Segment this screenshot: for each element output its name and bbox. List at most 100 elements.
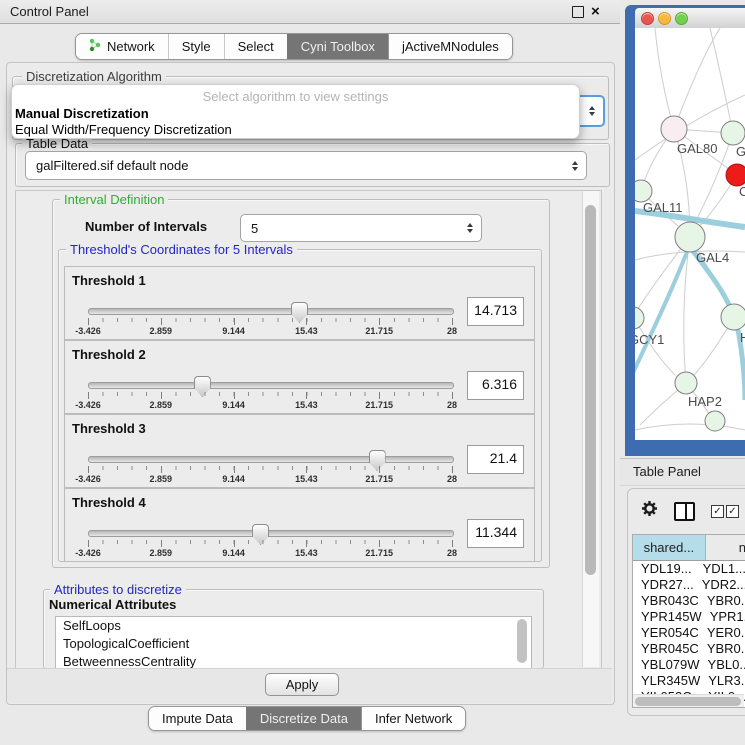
attribute-list-item[interactable]: SelfLoops — [56, 617, 531, 635]
table-cell[interactable]: YBR043C — [633, 593, 699, 609]
minimize-traffic-light-icon[interactable] — [658, 12, 671, 25]
table-cell[interactable]: YBR0... — [699, 641, 745, 657]
threshold-4-slider[interactable]: -3.4262.8599.14415.4321.71528 — [88, 525, 452, 557]
threshold-1-panel: Threshold 1 -3.4262.8599.14415.4321.7152… — [64, 266, 535, 340]
number-of-intervals-combobox[interactable]: 5 — [240, 214, 482, 242]
combo-stepper-icon[interactable] — [572, 161, 586, 171]
attribute-list-item[interactable]: TopologicalCoefficient — [56, 635, 531, 653]
table-cell[interactable]: YDL1... — [695, 561, 745, 577]
column-header-name[interactable]: n — [706, 535, 745, 560]
zoom-traffic-light-icon[interactable] — [675, 12, 688, 25]
table-cell[interactable]: YLR3... — [700, 673, 745, 689]
network-graph-icon — [89, 38, 102, 55]
node-partial-right[interactable] — [721, 304, 745, 330]
table-row[interactable]: YBR045CYBR0... — [633, 641, 745, 657]
vertical-scrollbar-thumb[interactable] — [585, 205, 596, 575]
top-tab-bar: Network Style Select Cyni Toolbox jActiv… — [75, 33, 513, 60]
float-window-icon[interactable] — [572, 6, 584, 18]
threshold-3-slider[interactable]: -3.4262.8599.14415.4321.71528 — [88, 451, 452, 483]
table-row[interactable]: YBR043CYBR0... — [633, 593, 745, 609]
table-cell[interactable]: YBR045C — [633, 641, 699, 657]
checkbox-checked-icon[interactable]: ✓ — [711, 505, 724, 518]
threshold-2-slider[interactable]: -3.4262.8599.14415.4321.71528 — [88, 377, 452, 409]
tick-label: 15.43 — [295, 548, 318, 558]
node-gal80[interactable] — [661, 116, 687, 142]
node-gal4[interactable] — [675, 222, 705, 252]
table-cell[interactable]: YDR27... — [633, 577, 694, 593]
table-row[interactable]: YER054CYER0... — [633, 625, 745, 641]
tick-label: 9.144 — [222, 548, 245, 558]
slider-track[interactable] — [88, 308, 454, 315]
table-horizontal-scrollbar[interactable] — [633, 694, 744, 707]
attributes-group-title: Attributes to discretize — [50, 582, 186, 597]
tab-style[interactable]: Style — [168, 34, 224, 59]
table-cell[interactable]: YDR2... — [694, 577, 745, 593]
table-cell[interactable]: YBL079W — [633, 657, 700, 673]
node-selected-red[interactable] — [726, 164, 745, 186]
table-panel-titlebar: Table Panel — [620, 458, 745, 486]
tab-select[interactable]: Select — [224, 34, 287, 59]
node-partial-bottom[interactable] — [705, 411, 725, 431]
attribute-list-item[interactable]: BetweennessCentrality — [56, 653, 531, 669]
network-view-canvas[interactable]: GAL80 G C GAL11 GAL4 GCY1 H HAP2 — [635, 28, 745, 440]
close-traffic-light-icon[interactable] — [641, 12, 654, 25]
numerical-attributes-label: Numerical Attributes — [49, 597, 176, 612]
table-row[interactable]: YDL19...YDL1... — [633, 561, 745, 577]
slider-track[interactable] — [88, 382, 454, 389]
dropdown-option-manual[interactable]: Manual Discretization — [12, 106, 579, 122]
checkbox-checked-icon[interactable]: ✓ — [726, 505, 739, 518]
tick-label: 21.715 — [365, 548, 393, 558]
tick-label: -3.426 — [75, 474, 101, 484]
threshold-1-slider[interactable]: -3.4262.8599.14415.4321.71528 — [88, 303, 452, 335]
interval-definition-title: Interval Definition — [60, 192, 168, 207]
table-cell[interactable]: YER054C — [633, 625, 699, 641]
table-cell[interactable]: YDL19... — [633, 561, 695, 577]
tab-jactivemnodules[interactable]: jActiveMNodules — [388, 34, 512, 59]
node-hap2[interactable] — [675, 372, 697, 394]
node-label-hap2: HAP2 — [688, 394, 722, 409]
slider-track[interactable] — [88, 530, 454, 537]
tab-infer-network[interactable]: Infer Network — [361, 707, 465, 730]
table-cell[interactable]: YER0... — [699, 625, 745, 641]
threshold-4-value-field[interactable]: 11.344 — [467, 519, 524, 548]
slider-scale-labels: -3.4262.8599.14415.4321.71528 — [88, 400, 452, 410]
table-cell[interactable]: YBL0... — [700, 657, 745, 673]
control-panel-titlebar: Control Panel × — [0, 0, 620, 24]
node-gcy1[interactable] — [635, 307, 644, 329]
tab-cyni-toolbox[interactable]: Cyni Toolbox — [287, 34, 388, 59]
node-gal11[interactable] — [635, 180, 652, 202]
tick-label: 28 — [447, 548, 457, 558]
node-partial-top[interactable] — [721, 121, 745, 145]
table-cell[interactable]: YBR0... — [699, 593, 745, 609]
threshold-1-value-field[interactable]: 14.713 — [467, 297, 524, 326]
apply-button[interactable]: Apply — [265, 673, 339, 696]
table-cell[interactable]: YLR345W — [633, 673, 700, 689]
tab-network[interactable]: Network — [76, 34, 168, 59]
column-layout-icon[interactable] — [674, 502, 695, 521]
column-header-shared-name[interactable]: shared... — [633, 535, 706, 560]
close-icon[interactable]: × — [591, 1, 600, 22]
table-cell[interactable]: YPR1... — [702, 609, 745, 625]
table-data-combobox[interactable]: galFiltered.sif default node — [25, 151, 587, 180]
tab-impute-data[interactable]: Impute Data — [149, 707, 246, 730]
attributes-list-scrollbar-thumb[interactable] — [517, 619, 527, 663]
dropdown-option-equal-width[interactable]: Equal Width/Frequency Discretization — [12, 122, 579, 138]
slider-track[interactable] — [88, 456, 454, 463]
slider-major-ticks — [88, 540, 452, 547]
combo-stepper-icon[interactable] — [589, 106, 603, 116]
combo-stepper-icon[interactable] — [467, 223, 481, 233]
gear-icon[interactable] — [641, 500, 658, 522]
threshold-2-value-field[interactable]: 6.316 — [467, 371, 524, 400]
threshold-3-value-field[interactable]: 21.4 — [467, 445, 524, 474]
table-cell[interactable]: YPR145W — [633, 609, 702, 625]
tick-label: 21.715 — [365, 326, 393, 336]
threshold-4-panel: Threshold 4 -3.4262.8599.14415.4321.7152… — [64, 488, 535, 562]
network-window-titlebar — [635, 8, 745, 28]
table-row[interactable]: YPR145WYPR1... — [633, 609, 745, 625]
tick-label: 28 — [447, 400, 457, 410]
table-row[interactable]: YLR345WYLR3... — [633, 673, 745, 689]
table-row[interactable]: YDR27...YDR2... — [633, 577, 745, 593]
table-horizontal-scrollbar-thumb[interactable] — [635, 697, 741, 706]
tab-discretize-data[interactable]: Discretize Data — [246, 707, 361, 730]
table-row[interactable]: YBL079WYBL0... — [633, 657, 745, 673]
